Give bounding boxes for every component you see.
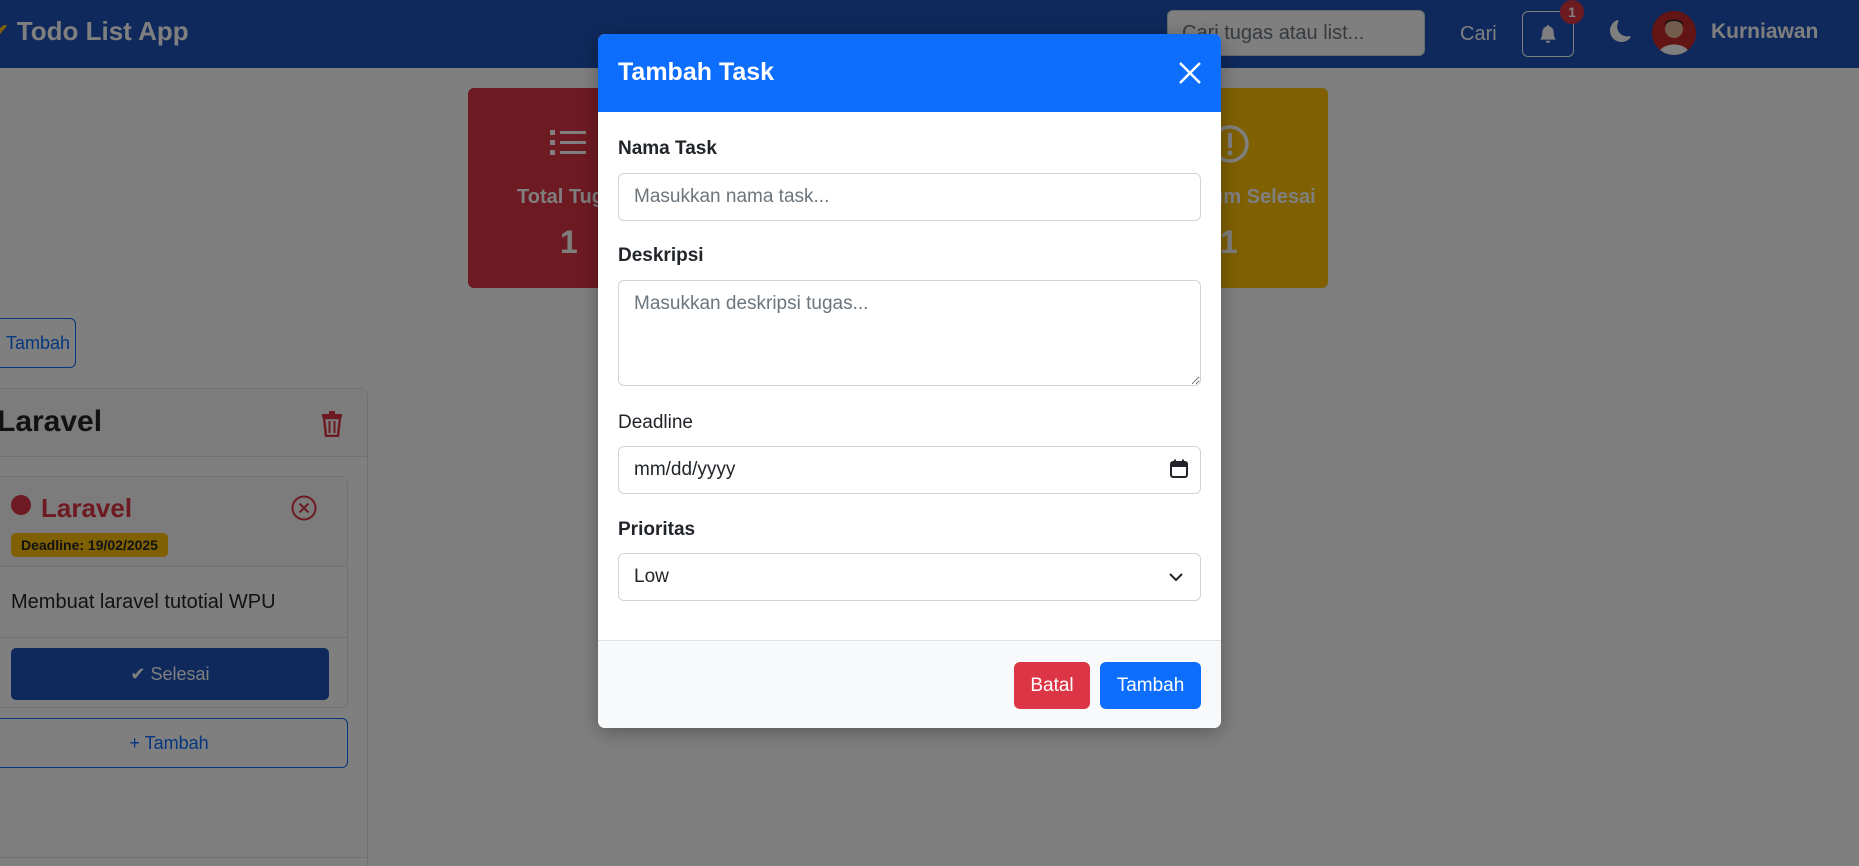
modal-footer: Batal Tambah (598, 640, 1221, 728)
description-label: Deskripsi (618, 245, 704, 266)
priority-selected-value: Low (634, 566, 669, 587)
task-name-input[interactable] (618, 173, 1201, 221)
modal-title: Tambah Task (618, 58, 775, 86)
deadline-label: Deadline (618, 412, 693, 433)
chevron-down-icon (1169, 573, 1183, 582)
priority-label: Prioritas (618, 519, 696, 540)
add-task-modal: Tambah Task Nama Task Deskripsi Deadline… (598, 34, 1221, 728)
deadline-placeholder: mm/dd/yyyy (634, 459, 736, 480)
deadline-input[interactable]: mm/dd/yyyy (618, 446, 1201, 494)
calendar-icon[interactable] (1169, 459, 1189, 479)
priority-select[interactable]: Low (618, 553, 1201, 601)
close-button[interactable] (1178, 61, 1202, 85)
modal-header: Tambah Task (598, 34, 1221, 112)
task-name-label: Nama Task (618, 138, 717, 159)
submit-button[interactable]: Tambah (1100, 662, 1201, 709)
cancel-button[interactable]: Batal (1014, 662, 1090, 709)
description-textarea[interactable] (618, 280, 1201, 386)
close-icon (1179, 62, 1201, 84)
